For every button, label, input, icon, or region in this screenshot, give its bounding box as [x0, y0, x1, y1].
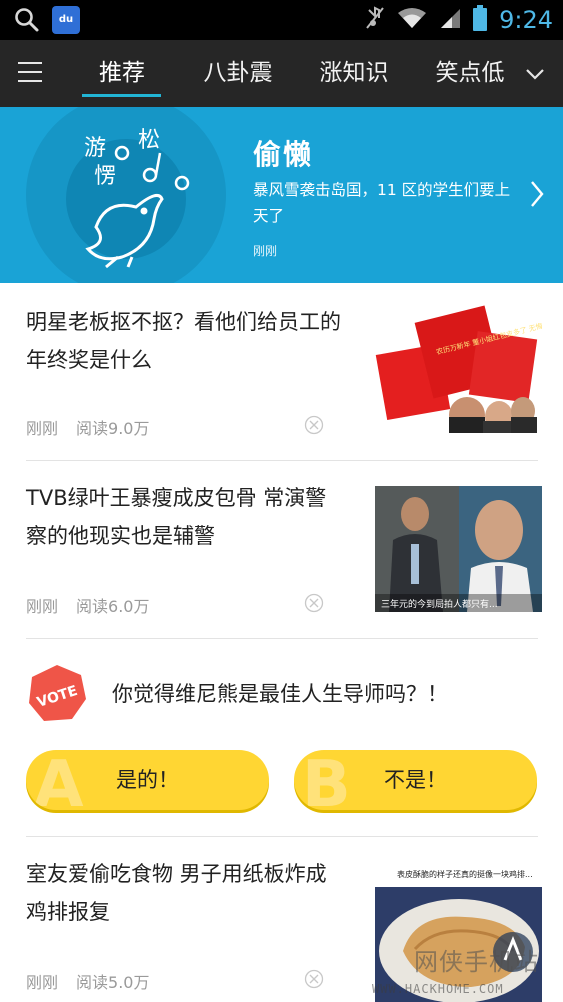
vote-option-label: 是的！ [116, 768, 179, 792]
vote-option-a-button[interactable]: A 是的！ [26, 750, 269, 810]
status-bar: du 9:24 [0, 0, 563, 40]
news-meta: 刚刚 阅读5.0万 [26, 969, 149, 993]
vote-question: 你觉得维尼熊是最佳人生导师吗？！ [112, 682, 448, 706]
news-item[interactable]: TVB绿叶王暴瘦成皮包骨 常演警察的他现实也是辅警 刚刚 阅读6.0万 三年元的今… [0, 461, 563, 639]
news-thumbnail: 农历万新年 董小姐红包支多了 无悔 [375, 305, 542, 433]
signal-icon [439, 7, 461, 33]
tab-funny[interactable]: 笑点低 [428, 40, 512, 107]
news-read-count: 阅读6.0万 [76, 597, 150, 616]
svg-text:愣: 愣 [94, 164, 116, 189]
chevron-down-icon[interactable] [525, 66, 545, 85]
dismiss-icon[interactable] [304, 969, 324, 989]
banner-title: 偷懒 [253, 138, 314, 171]
lazy-bird-logo-icon: 游 松 愣 [26, 107, 226, 283]
news-meta: 刚刚 阅读6.0万 [26, 593, 149, 617]
news-item[interactable]: 明星老板抠不抠？看他们给员工的年终奖是什么 刚刚 阅读9.0万 农历万新年 董小姐… [0, 283, 563, 461]
mute-icon [365, 6, 385, 34]
clock: 9:24 [499, 6, 553, 34]
news-title: TVB绿叶王暴瘦成皮包骨 常演警察的他现实也是辅警 [26, 486, 327, 548]
search-icon [14, 7, 40, 37]
vote-badge-icon: VOTE [26, 663, 88, 729]
news-time: 刚刚 [26, 597, 59, 616]
news-read-count: 阅读5.0万 [76, 973, 150, 992]
watermark-url: WWW.HACKHOME.COM [372, 982, 504, 996]
news-read-count: 阅读9.0万 [76, 419, 150, 438]
dismiss-icon[interactable] [304, 415, 324, 435]
baidu-app-icon: du [52, 6, 80, 34]
dismiss-icon[interactable] [304, 593, 324, 613]
thumb-caption: 三年元的今到局拍人都只有... [381, 598, 498, 610]
svg-text:松: 松 [138, 128, 160, 153]
vote-option-label: 不是！ [384, 768, 447, 792]
news-time: 刚刚 [26, 419, 59, 438]
news-title: 室友爱偷吃食物 男子用纸板炸成鸡排报复 [26, 862, 327, 924]
hamburger-menu-button[interactable] [18, 62, 42, 84]
vote-option-b-button[interactable]: B 不是！ [294, 750, 537, 810]
category-nav: 推荐 八卦震 涨知识 笑点低 [0, 40, 563, 107]
news-title: 明星老板抠不抠？看他们给员工的年终奖是什么 [26, 310, 341, 372]
active-tab-indicator [82, 94, 161, 97]
banner-timestamp: 刚刚 [253, 244, 278, 258]
chevron-right-icon[interactable] [529, 179, 545, 213]
featured-banner[interactable]: 游 松 愣 偷懒 暴风雪袭击岛国，11 区的学生们要上天了 刚刚 [0, 107, 563, 283]
battery-icon [473, 5, 488, 35]
svg-text:游: 游 [84, 136, 106, 161]
tab-knowledge[interactable]: 涨知识 [312, 40, 396, 107]
banner-description: 暴风雪袭击岛国，11 区的学生们要上天了 [253, 181, 511, 225]
news-meta: 刚刚 阅读9.0万 [26, 415, 149, 439]
news-time: 刚刚 [26, 973, 59, 992]
news-thumbnail: 三年元的今到局拍人都只有... [375, 486, 542, 612]
watermark-text: 网侠手机站 [414, 948, 539, 976]
thumb-caption: 表皮酥脆的样子还真的挺像一块鸡排... [397, 869, 533, 879]
divider [26, 638, 538, 639]
wifi-icon [397, 7, 427, 33]
tab-gossip[interactable]: 八卦震 [196, 40, 280, 107]
